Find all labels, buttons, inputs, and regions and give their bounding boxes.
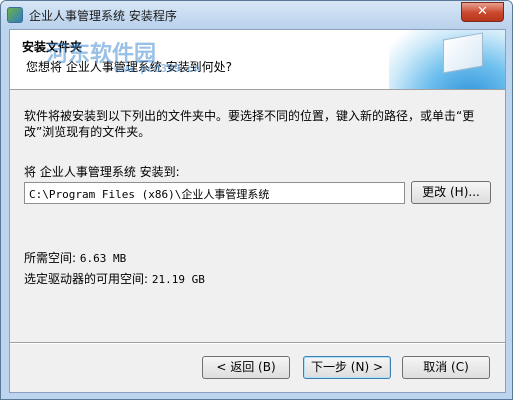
dialog-client-area: 安装文件夹 您想将 企业人事管理系统 安装到何处? 河东软件园 www.pc03… [9, 29, 506, 393]
space-required-value: 6.63 MB [79, 252, 127, 265]
back-button[interactable]: < 返回 (B) [202, 356, 290, 379]
space-required-label: 所需空间: [24, 251, 77, 265]
space-required: 所需空间: 6.63 MB [24, 249, 126, 266]
install-path-field[interactable]: C:\Program Files (x86)\企业人事管理系统 [24, 182, 405, 204]
installer-window: 企业人事管理系统 安装程序 ✕ 安装文件夹 您想将 企业人事管理系统 安装到何处… [0, 0, 513, 400]
globe-icon [389, 30, 505, 89]
title-bar[interactable]: 企业人事管理系统 安装程序 ✕ [1, 1, 512, 29]
space-available: 选定驱动器的可用空间: 21.19 GB [24, 270, 205, 287]
space-available-label: 选定驱动器的可用空间: [24, 272, 149, 286]
footer-divider [10, 342, 505, 344]
change-folder-button[interactable]: 更改 (H)... [411, 181, 491, 204]
app-icon [7, 7, 23, 23]
next-button[interactable]: 下一步 (N) > [303, 356, 391, 379]
watermark-url: www.pc0359.cn [114, 62, 201, 75]
wizard-header: 安装文件夹 您想将 企业人事管理系统 安装到何处? 河东软件园 www.pc03… [10, 30, 505, 90]
description-text: 软件将被安装到以下列出的文件夹中。要选择不同的位置，键入新的路径，或单击“更改”… [24, 109, 475, 139]
window-title: 企业人事管理系统 安装程序 [29, 9, 177, 23]
install-folder-label: 将 企业人事管理系统 安装到: [24, 165, 180, 179]
close-button[interactable]: ✕ [461, 2, 504, 22]
space-available-value: 21.19 GB [151, 273, 205, 286]
cancel-button[interactable]: 取消 (C) [402, 356, 490, 379]
cube-icon [443, 32, 483, 74]
